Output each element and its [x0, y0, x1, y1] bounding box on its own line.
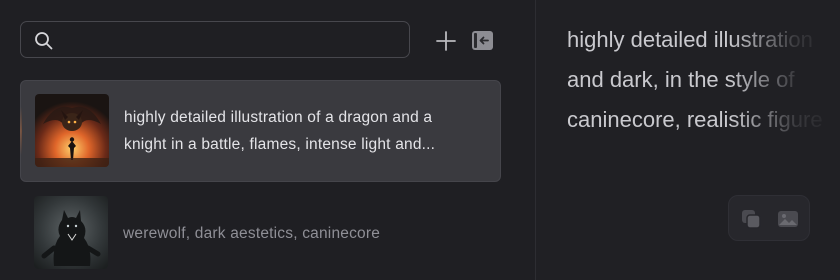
- history-item-prompt: werewolf, dark aestetics, caninecore: [123, 225, 381, 242]
- search-box[interactable]: [20, 21, 410, 59]
- plus-icon[interactable]: [434, 29, 458, 53]
- search-icon: [35, 32, 53, 50]
- prompt-line-3: caninecore, realistic figure: [567, 107, 823, 132]
- history-item-prompt: highly detailed illustration of a dragon…: [124, 104, 489, 158]
- prompt-line-2: and dark, in the style of: [567, 67, 795, 92]
- prompt-actions: [728, 195, 810, 241]
- prompt-line-1: highly detailed illustration: [567, 27, 813, 52]
- app-window: highly detailed illustration of a dragon…: [0, 0, 840, 280]
- search-input[interactable]: [65, 22, 399, 59]
- collapse-panel-icon[interactable]: [472, 31, 493, 50]
- history-item-line-1: highly detailed illustration of a dragon…: [124, 109, 433, 126]
- image-icon[interactable]: [777, 208, 799, 230]
- dragon-knight-thumbnail: [35, 94, 109, 167]
- werewolf-thumbnail: [34, 196, 108, 269]
- history-item-werewolf[interactable]: werewolf, dark aestetics, caninecore: [20, 186, 501, 280]
- prompt-text: highly detailed illustration and dark, i…: [567, 20, 840, 140]
- prompt-detail-panel: highly detailed illustration and dark, i…: [536, 0, 840, 280]
- history-item-dragon[interactable]: highly detailed illustration of a dragon…: [20, 80, 501, 182]
- copy-icon[interactable]: [740, 208, 762, 230]
- history-item-line-2: knight in a battle, flames, intense ligh…: [124, 136, 436, 153]
- history-sidebar: highly detailed illustration of a dragon…: [0, 0, 535, 280]
